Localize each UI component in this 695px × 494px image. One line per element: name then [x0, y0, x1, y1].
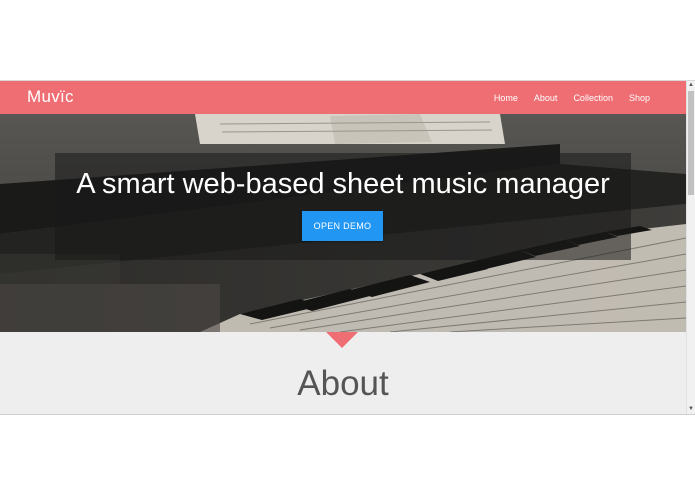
nav-link-collection[interactable]: Collection: [573, 93, 613, 103]
nav-menu: Home About Collection Shop: [494, 81, 686, 114]
navbar: Muvïc Home About Collection Shop: [0, 81, 686, 114]
triangle-up-icon[interactable]: ▲: [687, 81, 695, 90]
vertical-scrollbar[interactable]: ▲ ▼: [686, 81, 695, 414]
scrollbar-thumb[interactable]: [688, 91, 694, 195]
brand-logo[interactable]: Muvïc: [27, 87, 74, 107]
hero-section: A smart web-based sheet music manager OP…: [0, 114, 686, 332]
browser-viewport: Muvïc Home About Collection Shop A smart…: [0, 80, 695, 415]
nav-link-shop[interactable]: Shop: [629, 93, 650, 103]
hero-title: A smart web-based sheet music manager: [76, 168, 610, 200]
nav-link-about[interactable]: About: [534, 93, 558, 103]
section-pointer-arrow: [326, 332, 358, 348]
open-demo-button[interactable]: OPEN DEMO: [302, 211, 383, 241]
about-section: About: [0, 332, 686, 414]
about-heading: About: [297, 364, 389, 403]
nav-link-home[interactable]: Home: [494, 93, 518, 103]
triangle-down-icon[interactable]: ▼: [687, 405, 695, 414]
hero-overlay-panel: A smart web-based sheet music manager OP…: [55, 153, 631, 260]
